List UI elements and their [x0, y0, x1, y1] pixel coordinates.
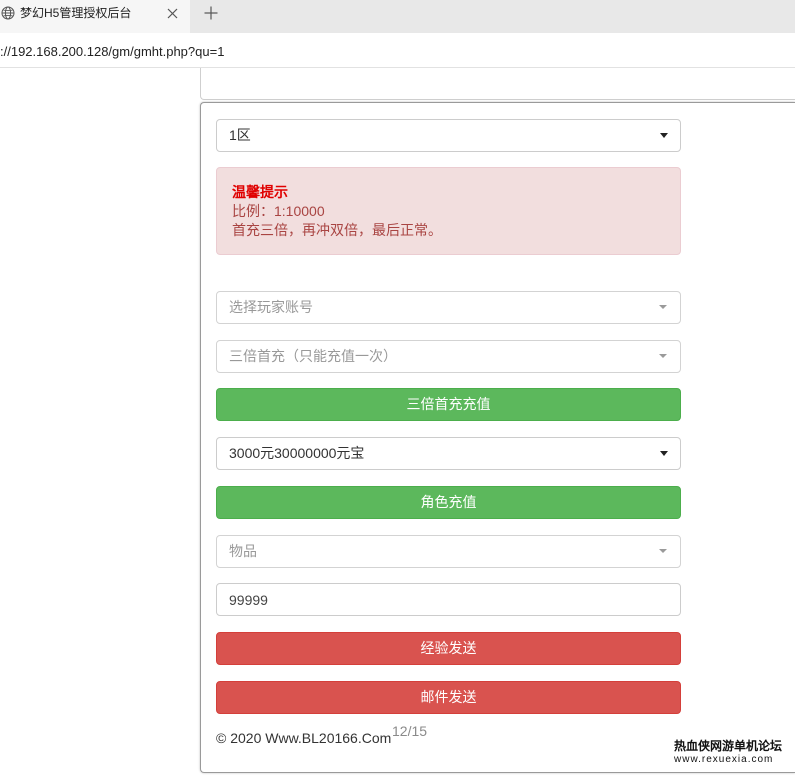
- first-charge-select[interactable]: 三倍首充（只能充值一次）: [216, 340, 681, 373]
- plus-icon[interactable]: [204, 6, 218, 20]
- exp-send-button[interactable]: 经验发送: [216, 632, 681, 665]
- url-field[interactable]: ://192.168.200.128/gm/gmht.php?qu=1: [0, 33, 224, 68]
- main-panel: 1区 温馨提示 比例：1:10000 首充三倍，再冲双倍，最后正常。 选择玩家账…: [200, 102, 795, 773]
- site-watermark: 热血侠网游单机论坛 www.rexuexia.com: [674, 739, 790, 766]
- caret-down-icon: [659, 549, 667, 553]
- watermark-title: 热血侠网游单机论坛: [674, 739, 783, 753]
- caret-down-icon: [660, 451, 668, 456]
- notice-description: 首充三倍，再冲双倍，最后正常。: [232, 222, 442, 238]
- account-select-placeholder: 选择玩家账号: [229, 299, 313, 315]
- caret-down-icon: [659, 354, 667, 358]
- account-select[interactable]: 选择玩家账号: [216, 291, 681, 324]
- page-counter: 12/15: [392, 723, 428, 739]
- watermark-url: www.rexuexia.com: [674, 754, 774, 765]
- zone-select[interactable]: 1区: [216, 119, 681, 152]
- quantity-input[interactable]: [216, 583, 681, 616]
- role-charge-button[interactable]: 角色充值: [216, 486, 681, 519]
- amount-select[interactable]: 3000元30000000元宝: [216, 437, 681, 470]
- notice-title: 温馨提示: [232, 184, 288, 200]
- close-icon[interactable]: [167, 8, 178, 19]
- amount-select-value: 3000元30000000元宝: [229, 445, 365, 461]
- caret-down-icon: [659, 305, 667, 309]
- browser-tab-strip: 梦幻H5管理授权后台: [0, 0, 795, 33]
- globe-icon: [1, 6, 15, 20]
- item-select-placeholder: 物品: [229, 543, 257, 559]
- footer-copyright: © 2020 Www.BL20166.Com: [216, 730, 392, 746]
- header-strip: [200, 68, 795, 100]
- first-charge-select-value: 三倍首充（只能充值一次）: [229, 348, 397, 364]
- notice-ratio: 比例：1:10000: [232, 203, 325, 219]
- address-bar: ://192.168.200.128/gm/gmht.php?qu=1: [0, 33, 795, 68]
- first-charge-button[interactable]: 三倍首充充值: [216, 388, 681, 421]
- mail-send-button[interactable]: 邮件发送: [216, 681, 681, 714]
- item-select[interactable]: 物品: [216, 535, 681, 568]
- caret-down-icon: [660, 133, 668, 138]
- notice-alert: 温馨提示 比例：1:10000 首充三倍，再冲双倍，最后正常。: [216, 167, 681, 255]
- zone-select-value: 1区: [229, 127, 251, 143]
- browser-tab[interactable]: 梦幻H5管理授权后台: [0, 0, 190, 33]
- tab-title: 梦幻H5管理授权后台: [20, 6, 132, 20]
